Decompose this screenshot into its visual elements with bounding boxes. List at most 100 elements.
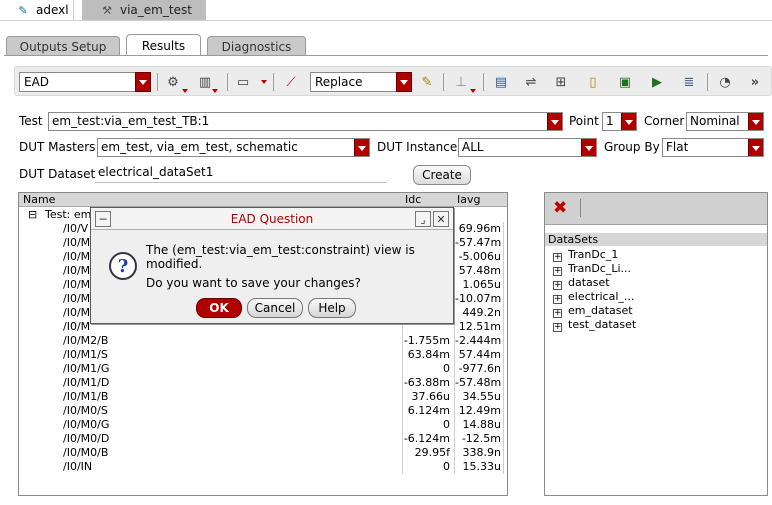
expand-icon[interactable]: + <box>553 281 562 290</box>
chevron-down-icon[interactable] <box>182 89 188 93</box>
dataset-item[interactable]: + em_dataset <box>553 304 633 318</box>
gear-icon[interactable]: ⚙ <box>163 73 183 91</box>
create-button[interactable]: Create <box>413 165 471 185</box>
row-name: /I0/M1/S <box>63 348 108 361</box>
dataset-item[interactable]: + TranDc_Li... <box>553 262 631 276</box>
expand-icon[interactable]: + <box>553 267 562 276</box>
row-name: /I0/V <box>63 222 89 235</box>
dataset-item[interactable]: + test_dataset <box>553 318 636 332</box>
divider <box>0 20 772 21</box>
dataset-item[interactable]: + electrical_... <box>553 290 634 304</box>
table-row[interactable]: /I0/IN 0 15.33u <box>19 460 507 474</box>
expand-icon[interactable]: + <box>553 323 562 332</box>
view-select[interactable]: EAD <box>19 72 151 92</box>
column-header-iavg[interactable]: Iavg <box>457 193 480 207</box>
datasets-header: DataSets <box>545 233 767 246</box>
window-tab-adexl[interactable]: ✎ adexl <box>4 0 74 20</box>
tab-outputs-setup[interactable]: Outputs Setup <box>6 36 120 56</box>
expand-icon[interactable]: + <box>553 253 562 262</box>
row-iavg: 338.9n <box>454 446 504 460</box>
chevron-down-icon[interactable] <box>396 72 412 92</box>
table-row[interactable]: /I0/M0/G 0 14.88u <box>19 418 507 432</box>
dut-dataset-field[interactable]: electrical_dataSet1 <box>95 164 387 183</box>
database-icon[interactable]: ≣ <box>679 73 699 91</box>
row-name: /I0/M <box>63 320 91 333</box>
row-name: /I0/M <box>63 236 91 249</box>
table-row[interactable]: /I0/M1/G 0 -977.6n <box>19 362 507 376</box>
window-tab-via-em-test[interactable]: ⚒ via_em_test <box>82 0 206 20</box>
table-row[interactable]: /I0/M0/B 29.95f 338.9n <box>19 446 507 460</box>
chevron-down-icon[interactable] <box>547 113 562 130</box>
table-row[interactable]: /I0/M2/B -1.755m -2.444m <box>19 334 507 348</box>
test-select[interactable]: em_test:via_em_test_TB:1 <box>48 112 563 131</box>
row-iavg: -977.6n <box>454 362 504 376</box>
point-value: 1 <box>606 114 614 128</box>
hierarchy-icon[interactable]: ⊞ <box>551 73 571 91</box>
table-row[interactable]: /I0/M0/D -6.124m -12.5m <box>19 432 507 446</box>
chevron-down-icon[interactable] <box>470 89 476 93</box>
row-name: /I0/M <box>63 292 91 305</box>
monitor-icon[interactable]: ▣ <box>615 73 635 91</box>
group-by-select[interactable]: Flat <box>662 138 764 157</box>
dut-instance-label: DUT Instance <box>377 140 458 154</box>
overflow-icon[interactable]: » <box>745 73 765 91</box>
row-name: /I0/M <box>63 278 91 291</box>
row-iavg: 57.48m <box>454 264 504 278</box>
row-name: /I0/M0/G <box>63 418 110 431</box>
chevron-down-icon[interactable] <box>354 139 369 156</box>
row-iavg: 14.88u <box>454 418 504 432</box>
point-select[interactable]: 1 <box>602 112 637 131</box>
corner-select[interactable]: Nominal <box>686 112 764 131</box>
dut-instance-select[interactable]: ALL <box>458 138 597 157</box>
dataset-label: TranDc_1 <box>568 248 619 261</box>
row-iavg: 12.49m <box>454 404 504 418</box>
plot-mode-select[interactable]: Replace <box>310 72 412 92</box>
row-iavg: -57.47m <box>454 236 504 250</box>
toolbar-separator <box>707 73 708 91</box>
table-row[interactable]: /I0/M1/D -63.88m -57.48m <box>19 376 507 390</box>
column-header-name[interactable]: Name <box>23 193 55 207</box>
expand-icon[interactable]: + <box>553 309 562 318</box>
dataset-item[interactable]: + TranDc_1 <box>553 248 618 262</box>
table-row[interactable]: /I0/M1/B 37.66u 34.55u <box>19 390 507 404</box>
tab-results[interactable]: Results <box>126 34 201 56</box>
chevron-down-icon[interactable] <box>748 139 763 156</box>
collapse-icon[interactable]: ⊟ <box>28 208 37 222</box>
close-icon[interactable]: ✕ <box>433 211 449 227</box>
expand-icon[interactable]: + <box>553 295 562 304</box>
table-row[interactable]: /I0/M0/S 6.124m 12.49m <box>19 404 507 418</box>
delete-icon[interactable]: ✖ <box>553 198 567 218</box>
dialog-message: The (em_test:via_em_test:constraint) vie… <box>146 243 415 271</box>
ok-button[interactable]: OK <box>196 298 242 318</box>
edit-icon[interactable]: ✎ <box>417 73 437 91</box>
help-button[interactable]: Help <box>308 298 356 318</box>
cancel-button[interactable]: Cancel <box>247 298 303 318</box>
window-icon[interactable]: ▭ <box>233 73 253 91</box>
probe-icon[interactable]: ⊥ <box>451 73 471 91</box>
document-icon[interactable]: ▯ <box>583 73 603 91</box>
plot-icon[interactable]: ⟋ <box>281 73 301 91</box>
dataset-label: electrical_... <box>568 290 635 303</box>
chevron-down-icon[interactable] <box>581 139 596 156</box>
row-iavg: 69.96m <box>454 222 504 236</box>
chevron-down-icon[interactable] <box>135 72 151 92</box>
row-iavg: -5.006u <box>454 250 504 264</box>
compare-icon[interactable]: ⇌ <box>521 73 541 91</box>
minimize-icon[interactable]: ⌟ <box>415 211 431 227</box>
window-menu-icon[interactable]: ─ <box>95 211 111 227</box>
table-row[interactable]: /I0/M1/S 63.84m 57.44m <box>19 348 507 362</box>
column-header-idc[interactable]: Idc <box>405 193 421 207</box>
tab-diagnostics[interactable]: Diagnostics <box>207 36 306 56</box>
toolbar: EAD ⚙ ▥ ▭ ⟋ Replace ✎ ⊥ ▤ ⇌ ⊞ ▯ ▣ ▶ ≣ ◔ … <box>14 66 772 96</box>
chevron-down-icon[interactable] <box>212 89 218 93</box>
point-label: Point <box>569 114 599 128</box>
row-iavg: 449.2n <box>454 306 504 320</box>
form-edit-icon[interactable]: ▤ <box>491 73 511 91</box>
chevron-down-icon[interactable] <box>261 80 267 84</box>
run-icon[interactable]: ▶ <box>647 73 667 91</box>
gauge-icon[interactable]: ◔ <box>715 73 735 91</box>
dut-masters-select[interactable]: em_test, via_em_test, schematic <box>97 138 370 157</box>
dataset-item[interactable]: + dataset <box>553 276 610 290</box>
chevron-down-icon[interactable] <box>748 113 763 130</box>
chevron-down-icon[interactable] <box>621 113 636 130</box>
